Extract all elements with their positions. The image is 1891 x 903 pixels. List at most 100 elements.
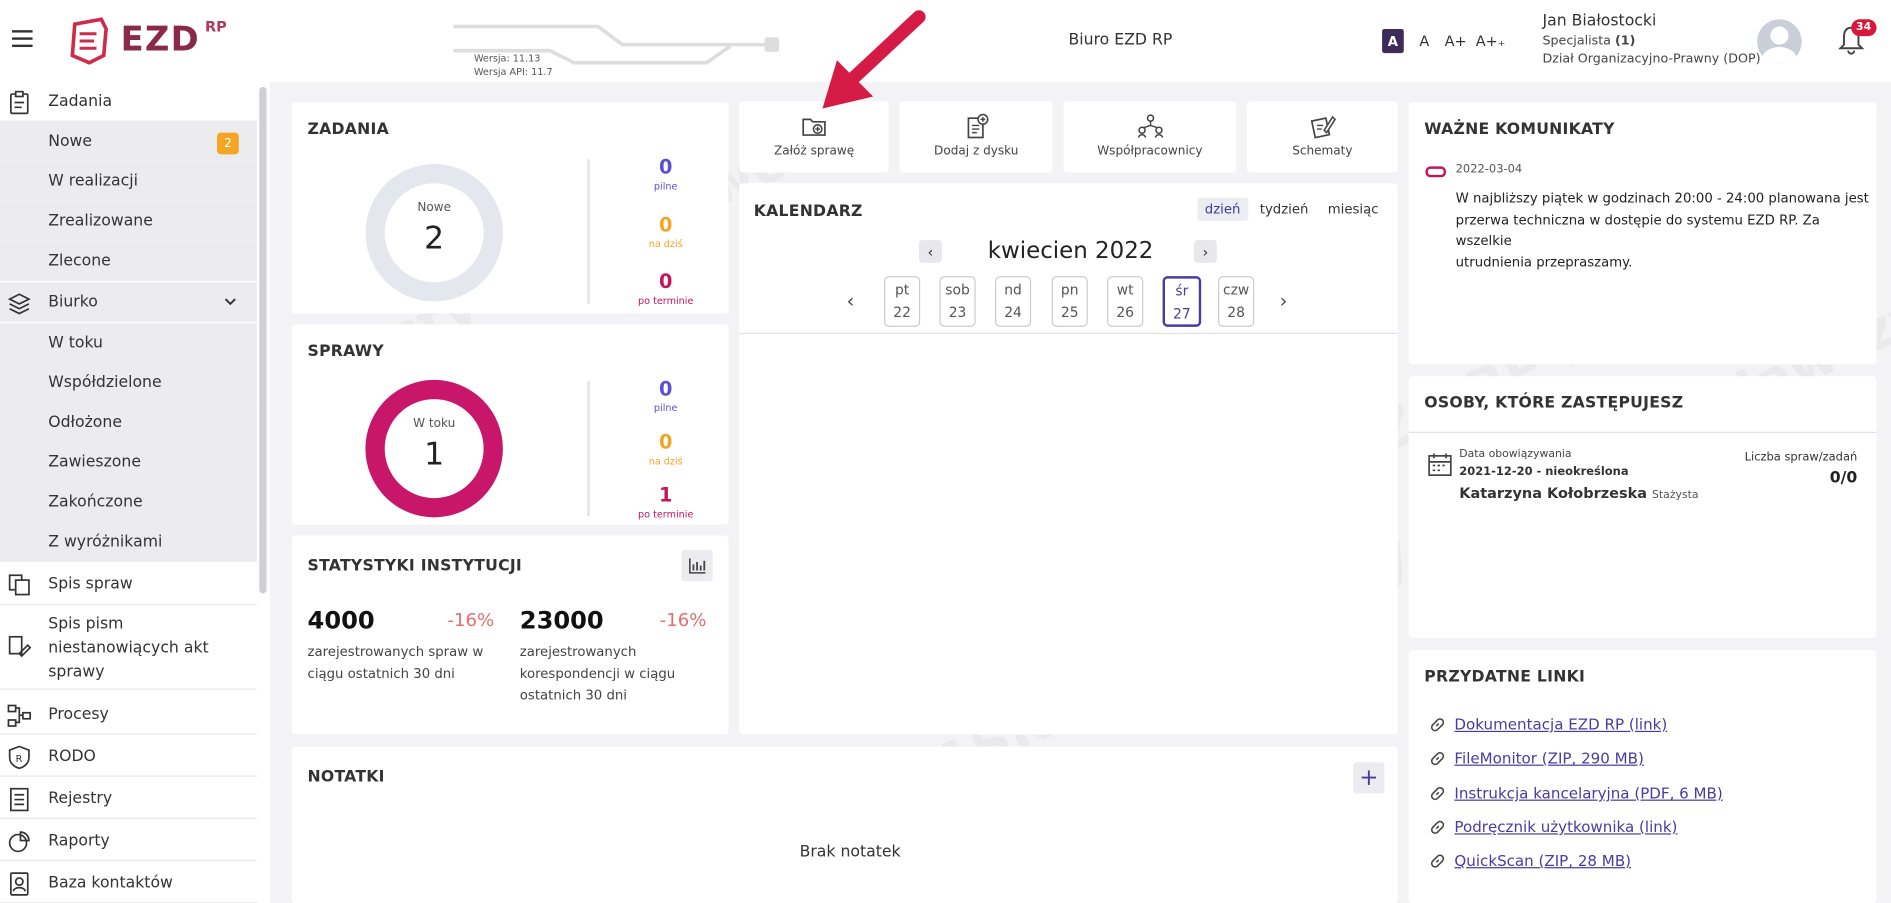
plus-icon: + <box>1359 764 1379 792</box>
sidebar-item-baza-kontaktow[interactable]: Baza kontaktów <box>0 863 257 903</box>
tab-miesiac[interactable]: miesiąc <box>1320 198 1385 221</box>
notification-badge: 34 <box>1851 19 1876 37</box>
stat-na-dzis[interactable]: 0 na dziś <box>630 431 702 467</box>
sidebar-item-biurko[interactable]: Biurko <box>0 282 257 323</box>
calendar-day[interactable]: pt 22 <box>883 276 921 327</box>
calendar-day[interactable]: nd 24 <box>994 276 1032 327</box>
sidebar-item-label: Spis spraw <box>48 575 133 594</box>
sidebar-item-z-wyroznikami[interactable]: Z wyróżnikami <box>0 522 257 562</box>
sidebar-item-spis-pism[interactable]: Spis pism niestanowiących akt sprawy <box>0 607 257 690</box>
calendar-icon <box>1428 453 1452 477</box>
stat-label: na dziś <box>648 455 683 467</box>
calendar-day[interactable]: wt 26 <box>1107 276 1144 327</box>
link-dokumentacja[interactable]: Dokumentacja EZD RP (link) <box>1454 715 1667 733</box>
stat-label: po terminie <box>637 295 694 307</box>
sidebar-item-rodo[interactable]: R RODO <box>0 736 257 777</box>
sidebar-item-w-realizacji[interactable]: W realizacji <box>0 161 257 202</box>
calendar-day[interactable]: sob 23 <box>939 276 976 327</box>
prev-month-button[interactable]: ‹ <box>918 239 942 263</box>
stat-description-line: zarejestrowanych <box>519 644 637 660</box>
link-quickscan[interactable]: QuickScan (ZIP, 28 MB) <box>1454 851 1631 869</box>
stat-na-dzis[interactable]: 0 na dziś <box>630 213 702 249</box>
stat-description: zarejestrowanych spraw w ciągu ostatnich … <box>308 642 484 685</box>
next-month-button[interactable]: › <box>1193 239 1217 263</box>
sidebar-item-label: Zrealizowane <box>48 212 153 231</box>
prev-days-button[interactable]: ‹ <box>847 289 855 312</box>
chart-button[interactable] <box>681 549 713 582</box>
calendar-day-selected[interactable]: śr 27 <box>1162 276 1202 327</box>
link-filemonitor[interactable]: FileMonitor (ZIP, 290 MB) <box>1454 749 1643 767</box>
clipboard-icon <box>10 90 29 115</box>
user-role: Specjalista (1) <box>1542 34 1760 48</box>
svg-text:R: R <box>16 754 23 765</box>
pie-chart-icon <box>8 831 30 853</box>
font-size-controls: A A A+ A+₊ <box>1382 28 1506 54</box>
top-bar: EZD RP Wersja: 11.13 Wersja API: 11.7 Bi… <box>0 0 1891 83</box>
substitutes-card: OSOBY, KTÓRE ZASTĘPUJESZ Data obowiązywa… <box>1408 376 1877 638</box>
tab-dzien[interactable]: dzień <box>1197 197 1248 221</box>
sidebar-item-w-toku[interactable]: W toku <box>0 323 257 364</box>
day-name: pn <box>1060 280 1079 298</box>
sidebar-item-label: RODO <box>48 747 96 766</box>
ezd-logo[interactable]: EZD RP <box>68 17 249 65</box>
sidebar-item-wspoldzielone[interactable]: Współdzielone <box>0 363 257 403</box>
version-info: Wersja: 11.13 Wersja API: 11.7 <box>453 14 839 77</box>
schematy-button[interactable]: Schematy <box>1247 101 1398 173</box>
font-size-larger[interactable]: A+ <box>1445 29 1467 53</box>
logo-text: EZD <box>120 19 200 60</box>
shield-icon: R <box>8 745 30 770</box>
person-name[interactable]: Katarzyna Kołobrzeska Stażysta <box>1459 485 1698 502</box>
button-label: Dodaj z dysku <box>934 144 1019 158</box>
link-icon <box>1430 820 1445 834</box>
calendar-day[interactable]: pn 25 <box>1051 276 1088 327</box>
sidebar-item-procesy[interactable]: Procesy <box>0 694 257 735</box>
documents-icon <box>8 574 30 596</box>
menu-icon[interactable] <box>12 30 33 48</box>
sidebar-item-zadania[interactable]: Zadania <box>0 82 257 122</box>
stat-pilne[interactable]: 0 pilne <box>630 156 702 192</box>
validity-value: 2021-12-20 - nieokreślona <box>1459 465 1629 479</box>
sidebar-item-label: Nowe <box>48 132 93 151</box>
alert-icon <box>1425 166 1446 178</box>
font-size-default[interactable]: A <box>1382 28 1404 54</box>
sidebar-item-zlecone[interactable]: Zlecone <box>0 241 257 281</box>
calendar-day[interactable]: czw 28 <box>1218 276 1255 327</box>
sidebar-item-label: Zlecone <box>48 252 111 271</box>
avatar[interactable] <box>1757 19 1802 64</box>
empty-notes-text: Brak notatek <box>799 842 901 862</box>
day-name: śr <box>1175 282 1189 300</box>
sidebar-item-rejestry[interactable]: Rejestry <box>0 779 257 819</box>
wspolpracownicy-button[interactable]: Współpracownicy <box>1063 101 1237 173</box>
count-label: Liczba spraw/zadań <box>1744 451 1858 465</box>
sidebar-item-zawieszone[interactable]: Zawieszone <box>0 442 257 483</box>
sidebar-item-label: Z wyróżnikami <box>48 533 163 552</box>
link-instrukcja[interactable]: Instrukcja kancelaryjna (PDF, 6 MB) <box>1454 784 1722 802</box>
add-note-button[interactable]: + <box>1353 762 1385 794</box>
notes-card: NOTATKI + Brak notatek <box>291 746 1398 903</box>
sidebar-item-raporty[interactable]: Raporty <box>0 821 257 862</box>
sidebar-item-label: Baza kontaktów <box>48 873 173 892</box>
sidebar-item-zrealizowane[interactable]: Zrealizowane <box>0 201 257 242</box>
team-icon <box>1137 114 1163 138</box>
user-info[interactable]: Jan Białostocki Specjalista (1) Dział Or… <box>1542 12 1760 66</box>
sidebar-item-spis-spraw[interactable]: Spis spraw <box>0 564 257 606</box>
stat-po-terminie[interactable]: 1 po terminie <box>630 484 702 520</box>
font-size-normal[interactable]: A <box>1413 29 1435 53</box>
stat-po-terminie[interactable]: 0 po terminie <box>630 270 702 306</box>
sidebar-item-zakonczone[interactable]: Zakończone <box>0 482 257 523</box>
logo-sup: RP <box>205 18 227 35</box>
chevron-down-icon[interactable] <box>224 297 236 307</box>
day-number: 28 <box>1227 303 1245 321</box>
font-size-largest[interactable]: A+₊ <box>1476 29 1506 53</box>
link-icon <box>1430 718 1445 732</box>
sidebar-scrollbar[interactable] <box>259 86 267 594</box>
day-name: wt <box>1116 280 1134 298</box>
sidebar-item-nowe[interactable]: Nowe 2 <box>0 121 257 162</box>
sidebar-item-odlozone[interactable]: Odłożone <box>0 402 257 443</box>
next-days-button[interactable]: › <box>1280 289 1288 312</box>
stat-pilne[interactable]: 0 pilne <box>630 377 702 413</box>
link-podrecznik[interactable]: Podręcznik użytkownika (link) <box>1454 818 1677 836</box>
tab-tydzien[interactable]: tydzień <box>1253 198 1316 221</box>
stat-change: -16% <box>447 609 495 631</box>
sprawy-card: SPRAWY W toku 1 0 pilne 0 na dziś 1 po term… <box>291 324 729 525</box>
